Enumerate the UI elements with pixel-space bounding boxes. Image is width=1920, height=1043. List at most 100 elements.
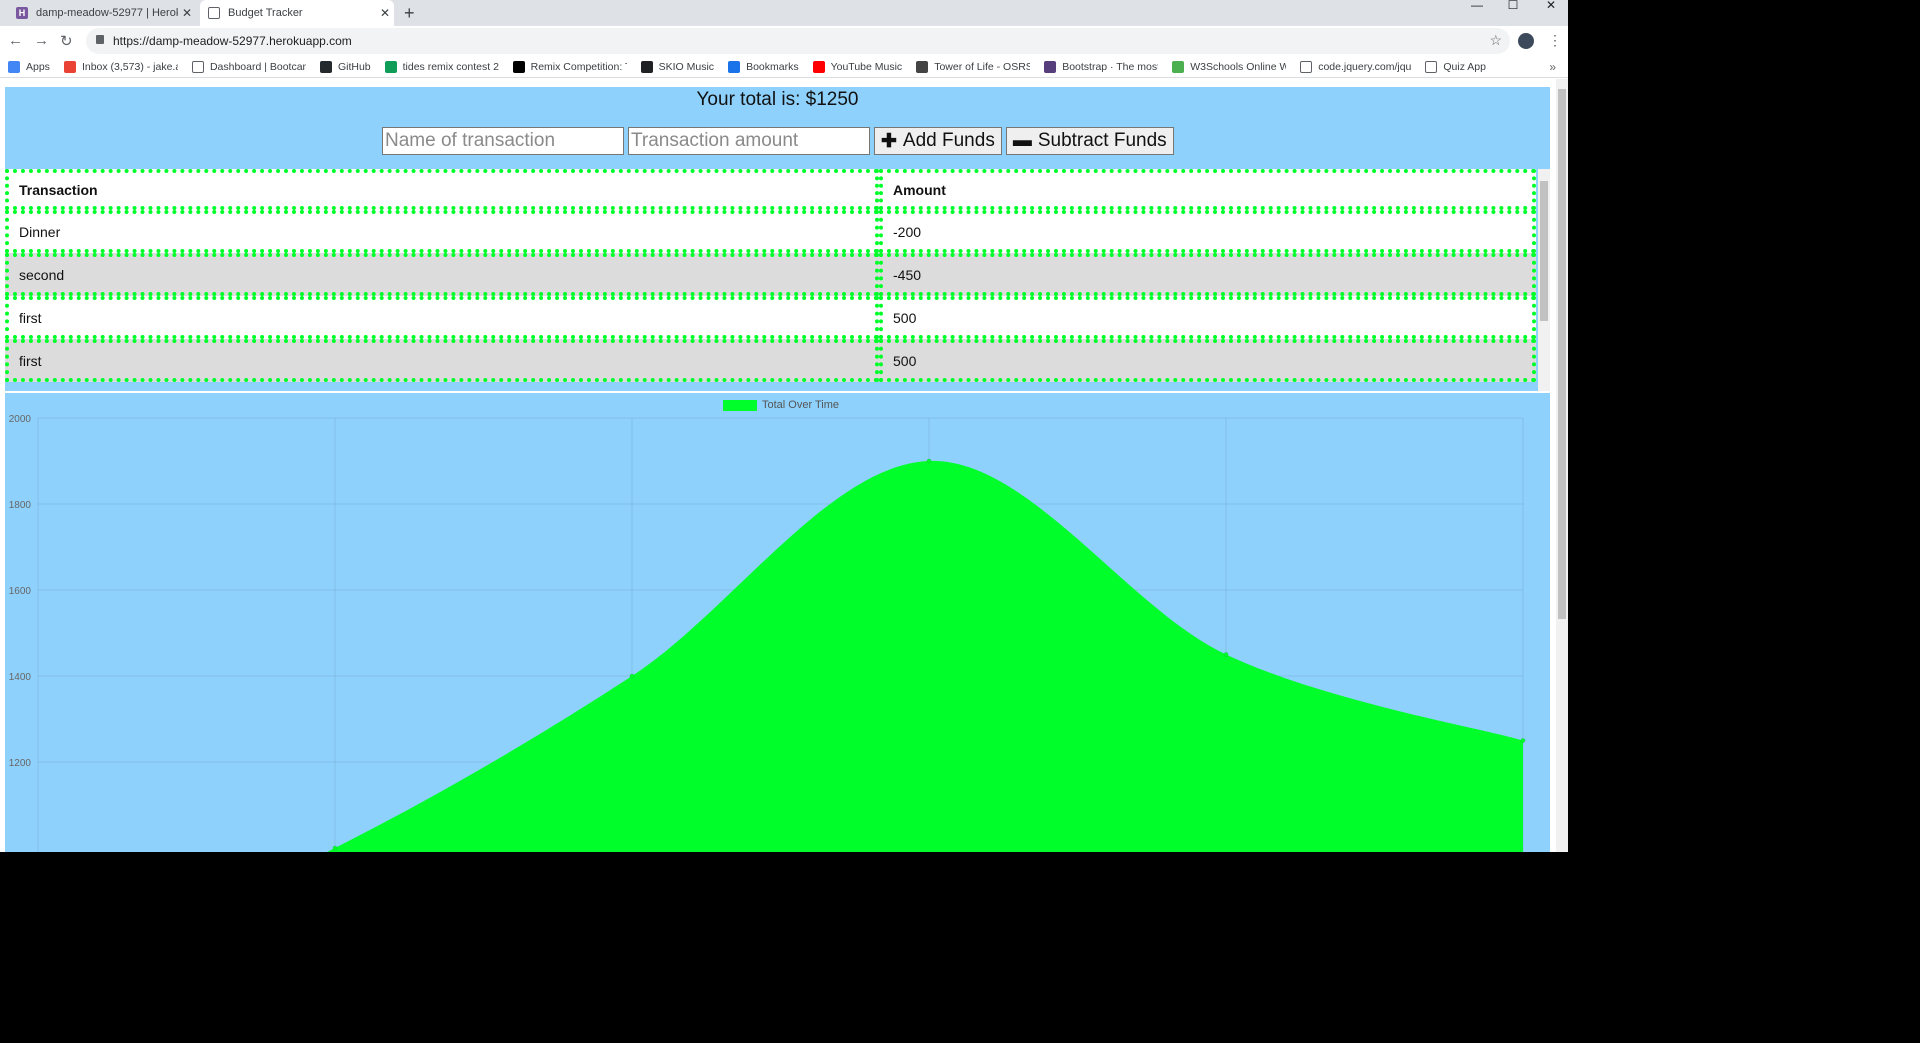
bookmark-item[interactable]: Quiz App (1425, 60, 1486, 73)
page-icon (208, 7, 220, 19)
bookmark-item[interactable]: Bookmarks (728, 60, 799, 73)
bookmark-label: SKIO Music (658, 60, 715, 73)
transaction-amount-cell: -200 (879, 210, 1536, 253)
y-tick-label: 1400 (9, 672, 32, 683)
bookmark-label: Bookmarks (746, 60, 799, 73)
reload-icon[interactable]: ↻ (60, 32, 73, 50)
table-row: first 500 (5, 339, 1536, 382)
new-tab-icon[interactable]: + (404, 3, 415, 24)
data-point[interactable] (926, 458, 932, 464)
minimize-icon[interactable]: — (1462, 0, 1492, 22)
sheets-icon (384, 60, 397, 73)
table-row: first 500 (5, 296, 1536, 339)
lock-icon (96, 35, 104, 44)
table-scrollbar-thumb[interactable] (1540, 181, 1548, 321)
page-icon (191, 60, 204, 73)
bookmark-item[interactable]: Tower of Life - OSRS (916, 60, 1030, 73)
bootstrap-icon (1044, 60, 1057, 73)
back-arrow-icon[interactable]: ← (8, 32, 23, 49)
bookmark-item[interactable]: GitHub (319, 60, 371, 73)
page-scrollbar[interactable] (1556, 79, 1568, 852)
transaction-name-cell: first (5, 296, 879, 339)
transaction-amount-input[interactable] (628, 127, 870, 155)
url-text[interactable]: https://damp-meadow-52977.herokuapp.com (113, 34, 352, 48)
maximize-icon[interactable]: ☐ (1498, 0, 1528, 22)
total-over-time-chart: Total Over Time 1200 1400 1600 1800 2000 (5, 393, 1550, 852)
youtube-music-icon (812, 60, 825, 73)
bookmark-label: Quiz App (1443, 60, 1486, 73)
transaction-amount-cell: 500 (879, 339, 1536, 382)
series-area-total-over-time (326, 460, 1523, 852)
w3schools-icon (1172, 60, 1185, 73)
osrs-icon (916, 60, 929, 73)
forward-arrow-icon[interactable]: → (34, 32, 49, 49)
gmail-icon (63, 60, 76, 73)
bookmark-item[interactable]: tides remix contest 2 (384, 60, 499, 73)
data-point[interactable] (332, 845, 338, 851)
column-header-amount: Amount (879, 169, 1536, 210)
table-row: Dinner -200 (5, 210, 1536, 253)
bookmark-item[interactable]: Apps (8, 60, 50, 73)
minus-icon: ▬ (1012, 130, 1032, 151)
bookmark-item[interactable]: Bootstrap · The most (1044, 60, 1159, 73)
bookmark-star-icon[interactable]: ☆ (1489, 32, 1502, 49)
transaction-amount-cell: 500 (879, 296, 1536, 339)
bookmark-item[interactable]: Inbox (3,573) - jake.a (63, 60, 178, 73)
bookmark-item[interactable]: YouTube Music (812, 60, 903, 73)
data-point[interactable] (1520, 738, 1526, 743)
transactions-table: Transaction Amount Dinner -200 second -4… (5, 169, 1536, 382)
data-point[interactable] (1223, 652, 1229, 657)
add-funds-button[interactable]: ✚ Add Funds (874, 127, 1002, 155)
table-scrollbar[interactable] (1538, 169, 1550, 391)
total-balance: Your total is: $1250 (696, 89, 859, 110)
transaction-name-input[interactable] (382, 127, 624, 155)
tab-budget-tracker[interactable]: Budget Tracker ✕ (200, 0, 394, 26)
transaction-name-cell: second (5, 253, 879, 296)
bookmark-label: Bootstrap · The most (1062, 60, 1159, 73)
budget-tracker-page: Your total is: $1250 ✚ Add Funds ▬ Subtr… (0, 79, 1556, 852)
more-bookmarks-icon[interactable]: » (1549, 60, 1556, 74)
subtract-funds-button[interactable]: ▬ Subtract Funds (1005, 127, 1174, 155)
page-icon (1425, 60, 1438, 73)
address-bar[interactable]: https://damp-meadow-52977.herokuapp.com … (86, 28, 1510, 54)
apps-grid-icon (8, 60, 20, 73)
bookmark-label: code.jquery.com/jqu (1318, 60, 1412, 73)
transactions-table-container[interactable]: Transaction Amount Dinner -200 second -4… (5, 169, 1550, 391)
bookmark-label: W3Schools Online W (1190, 60, 1287, 73)
data-point[interactable] (629, 673, 635, 679)
bookmark-label: Remix Competition: T (530, 60, 627, 73)
star-icon (728, 60, 741, 73)
github-icon (319, 60, 332, 73)
y-tick-label: 2000 (9, 414, 32, 425)
menu-kebab-icon[interactable]: ⋮ (1548, 32, 1562, 49)
subtract-funds-label: Subtract Funds (1037, 130, 1167, 151)
tab-heroku[interactable]: H damp-meadow-52977 | Heroku ✕ (8, 0, 196, 26)
transaction-form: ✚ Add Funds ▬ Subtract Funds (382, 127, 1174, 155)
header-panel: Your total is: $1250 ✚ Add Funds ▬ Subtr… (5, 87, 1550, 169)
remix-icon (512, 60, 525, 73)
tab-title: Budget Tracker (228, 7, 303, 19)
close-icon[interactable]: ✕ (376, 6, 394, 20)
column-header-transaction: Transaction (5, 169, 879, 210)
page-scrollbar-thumb[interactable] (1558, 89, 1566, 619)
bookmark-item[interactable]: Remix Competition: T (512, 60, 627, 73)
tab-title: damp-meadow-52977 | Heroku (36, 7, 178, 19)
window-close-icon[interactable]: ✕ (1536, 0, 1566, 22)
bookmark-item[interactable]: W3Schools Online W (1172, 60, 1287, 73)
close-icon[interactable]: ✕ (178, 6, 196, 20)
y-tick-label: 1200 (9, 758, 32, 769)
chart-canvas: 1200 1400 1600 1800 2000 (9, 414, 1526, 852)
bookmark-label: GitHub (337, 60, 371, 73)
bookmarks-bar: Apps Inbox (3,573) - jake.a Dashboard | Bo… (0, 56, 1568, 78)
bookmark-label: Dashboard | Bootcam (209, 60, 306, 73)
transaction-amount-cell: -450 (879, 253, 1536, 296)
profile-avatar[interactable] (1518, 33, 1534, 49)
bookmark-item[interactable]: code.jquery.com/jqu (1300, 60, 1412, 73)
bookmark-item[interactable]: SKIO Music (640, 60, 715, 73)
address-toolbar: ← → ↻ https://damp-meadow-52977.herokuap… (0, 26, 1568, 56)
table-row: second -450 (5, 253, 1536, 296)
link-icon (640, 60, 653, 73)
bookmark-label: YouTube Music (830, 60, 903, 73)
bookmark-item[interactable]: Dashboard | Bootcam (191, 60, 306, 73)
bookmark-label: Apps (26, 60, 50, 73)
